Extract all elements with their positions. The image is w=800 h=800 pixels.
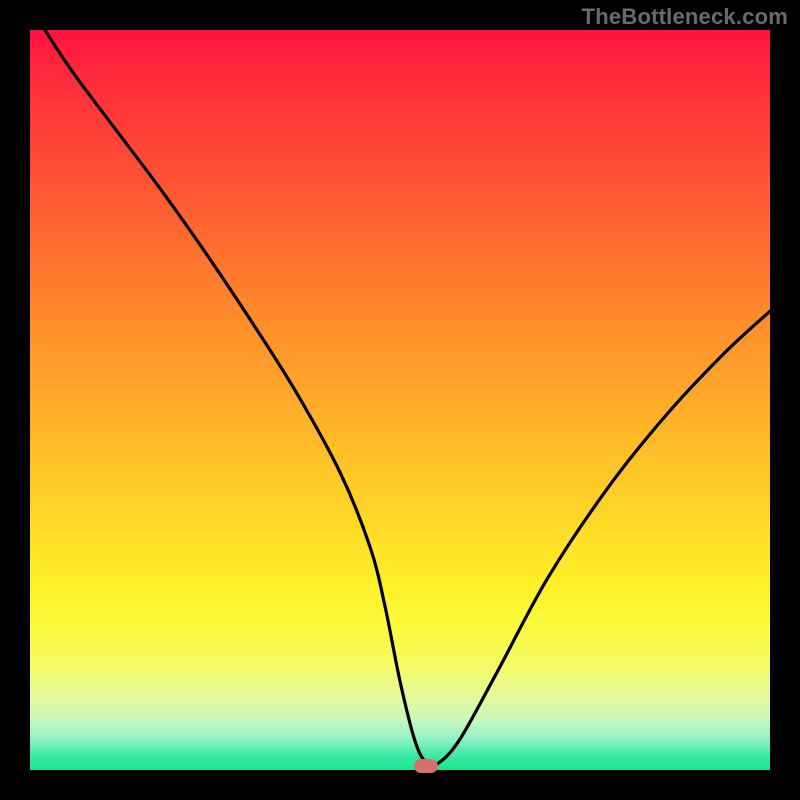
optimum-marker <box>414 759 438 773</box>
chart-container: TheBottleneck.com <box>0 0 800 800</box>
plot-area <box>30 30 770 770</box>
curve-svg <box>30 30 770 770</box>
watermark-text: TheBottleneck.com <box>582 4 788 30</box>
curve-line <box>45 30 770 766</box>
